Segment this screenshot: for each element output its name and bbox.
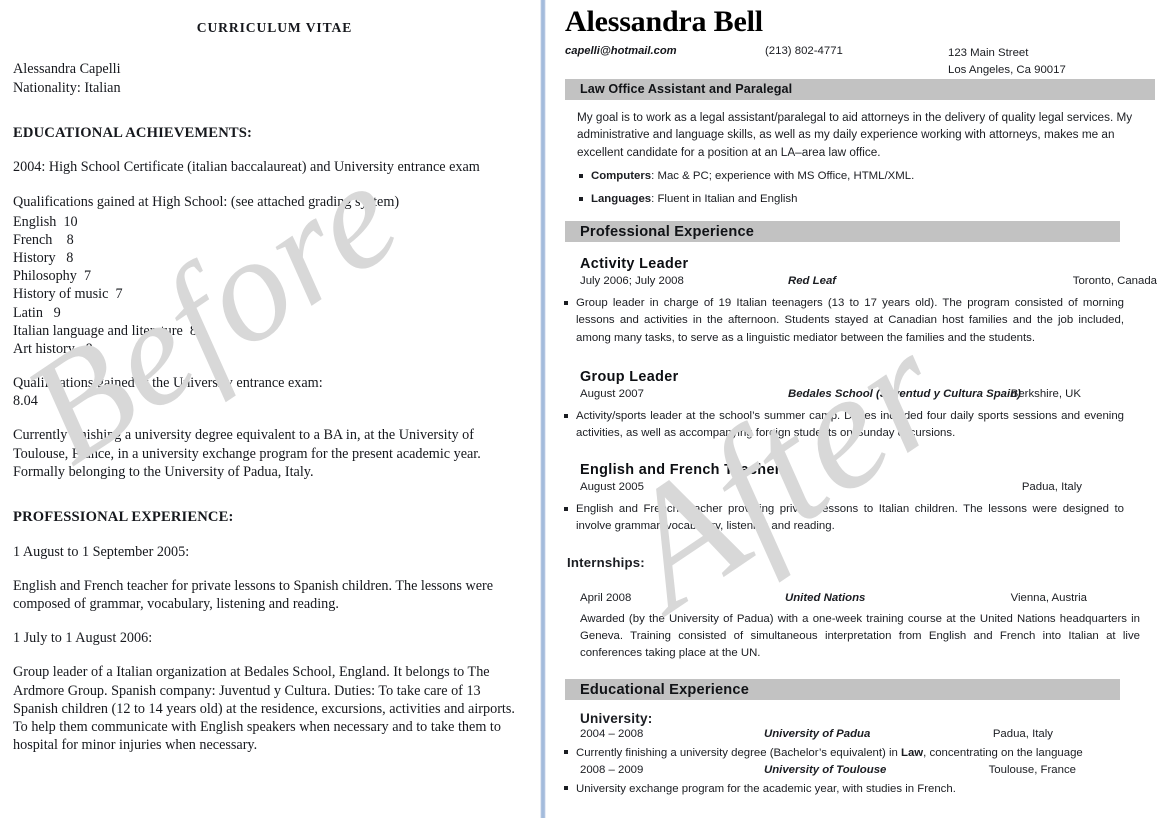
grade-item: English 10 — [13, 213, 78, 230]
headline-bar: Law Office Assistant and Paralegal — [565, 78, 1155, 100]
grade-item: History 8 — [13, 250, 74, 267]
education-bullet-bold: Law — [901, 747, 924, 760]
internship-meta: April 2008 United Nations Vienna, Austri… — [580, 592, 1161, 609]
job-title: English and French Teacher — [580, 461, 781, 478]
grade-item: Latin 9 — [13, 304, 61, 321]
skill-item-computers: Computers: Mac & PC; experience with MS … — [577, 168, 1149, 185]
before-current-studies: Currently finishing a university degree … — [13, 427, 481, 480]
education-bullet: University exchange program for the acad… — [562, 781, 1161, 798]
before-job2-date: 1 July to 1 August 2006: — [13, 630, 153, 647]
skill-label: Computers — [591, 170, 652, 183]
internship-organization: United Nations — [785, 592, 866, 605]
before-job1-date: 1 August to 1 September 2005: — [13, 543, 190, 560]
after-address-line1: 123 Main Street — [948, 46, 1029, 59]
after-address: 123 Main Street Los Angeles, Ca 90017 — [948, 45, 1066, 80]
job-meta: August 2007 Bedales School (Juventud y C… — [580, 388, 1161, 404]
after-summary-block: My goal is to work as a legal assistant/… — [577, 109, 1149, 209]
education-bullet-pre: Currently finishing a university degree … — [576, 747, 902, 760]
before-resume-column: CURRICULUM VITAE Alessandra Capelli Nati… — [0, 0, 540, 818]
before-nationality: Nationality: Italian — [13, 79, 121, 96]
after-summary-text: My goal is to work as a legal assistant/… — [577, 110, 1133, 160]
education-bullet: Currently finishing a university degree … — [562, 745, 1161, 762]
cv-title: CURRICULUM VITAE — [196, 20, 353, 35]
skill-item-languages: Languages: Fluent in Italian and English — [577, 191, 1149, 208]
before-grade-list: English 10 French 8 History 8 Philosophy… — [13, 213, 522, 358]
educational-experience-bar: Educational Experience — [565, 679, 1120, 701]
internship-date: April 2008 — [580, 592, 632, 605]
university-heading: University: — [580, 711, 653, 727]
resume-comparison-page: CURRICULUM VITAE Alessandra Capelli Nati… — [0, 0, 1161, 818]
skill-value: : Mac & PC; experience with MS Office, H… — [651, 170, 915, 183]
before-education-line: 2004: High School Certificate (italian b… — [13, 159, 480, 176]
job-location: Padua, Italy — [1021, 480, 1082, 493]
education-bullet-pre: University exchange program for the acad… — [576, 782, 956, 795]
before-candidate-name: Alessandra Capelli — [13, 61, 121, 78]
professional-experience-bar: Professional Experience — [565, 221, 1120, 243]
education-location: Toulouse, France — [988, 763, 1076, 776]
job-entry: Group Leader August 2007 Bedales School … — [564, 368, 1161, 442]
educational-experience-label: Educational Experience — [580, 681, 750, 698]
job-location: Berkshire, UK — [1010, 387, 1081, 400]
job-bullets: English and French teacher providing pri… — [562, 501, 1161, 535]
education-date: 2004 – 2008 — [580, 728, 644, 741]
job-bullet: English and French teacher providing pri… — [562, 501, 1124, 535]
skill-value: : Fluent in Italian and English — [651, 193, 798, 206]
education-meta: 2008 – 2009 University of Toulouse Toulo… — [580, 764, 1161, 781]
after-skills-list: Computers: Mac & PC; experience with MS … — [577, 168, 1149, 208]
after-contact-row: capelli@hotmail.com (213) 802-4771 123 M… — [565, 45, 1161, 79]
after-candidate-name: Alessandra Bell — [565, 5, 763, 38]
job-title: Activity Leader — [580, 256, 689, 273]
before-professional-heading: PROFESSIONAL EXPERIENCE: — [13, 508, 234, 525]
job-bullet: Group leader in charge of 19 Italian tee… — [562, 295, 1124, 346]
before-job2-description: Group leader of a Italian organization a… — [13, 664, 515, 754]
internship-location: Vienna, Austria — [1010, 592, 1087, 605]
education-organization: University of Toulouse — [764, 763, 887, 776]
job-bullets: Group leader in charge of 19 Italian tee… — [562, 295, 1161, 346]
before-entrance-heading: Qualifications gained at the University … — [13, 375, 323, 392]
before-entrance-score: 8.04 — [13, 393, 38, 410]
job-organization: Bedales School (Juventud y Cultura Spain… — [788, 387, 1021, 400]
job-meta: August 2005 Padua, Italy — [580, 481, 1161, 497]
job-date: August 2005 — [580, 480, 644, 493]
job-organization: Red Leaf — [788, 275, 837, 288]
grade-item: Philosophy 7 — [13, 268, 92, 285]
internships-heading: Internships: — [567, 555, 645, 571]
job-entry: Activity Leader July 2006; July 2008 Red… — [564, 256, 1161, 346]
education-organization: University of Padua — [764, 728, 871, 741]
job-bullet: Activity/sports leader at the school’s s… — [562, 408, 1124, 442]
after-email: capelli@hotmail.com — [565, 44, 677, 57]
job-meta: July 2006; July 2008 Red Leaf Toronto, C… — [580, 275, 1161, 291]
column-divider — [540, 0, 546, 818]
internship-entry: April 2008 United Nations Vienna, Austri… — [580, 592, 1161, 662]
job-title: Group Leader — [580, 368, 679, 385]
before-contact-block: Alessandra Capelli Nationality: Italian — [13, 60, 522, 96]
grade-item: History of music 7 — [13, 286, 123, 303]
grade-item: Italian language and literature 8 — [13, 322, 197, 339]
before-education-heading: EDUCATIONAL ACHIEVEMENTS: — [13, 124, 253, 141]
before-job1-description: English and French teacher for private l… — [13, 577, 494, 612]
job-date: August 2007 — [580, 387, 644, 400]
before-qualifications-heading: Qualifications gained at High School: (s… — [13, 193, 400, 210]
after-address-line2: Los Angeles, Ca 90017 — [948, 63, 1066, 76]
job-location: Toronto, Canada — [1072, 275, 1157, 288]
job-date: July 2006; July 2008 — [580, 275, 684, 288]
education-date: 2008 – 2009 — [580, 763, 644, 776]
job-entry: English and French Teacher August 2005 P… — [564, 461, 1161, 535]
professional-experience-label: Professional Experience — [580, 223, 755, 240]
job-bullets: Activity/sports leader at the school’s s… — [562, 408, 1161, 442]
grade-item: Art history 8 — [13, 340, 93, 357]
grade-item: French 8 — [13, 231, 74, 248]
education-bullet-post: , concentrating on the language — [923, 747, 1083, 760]
education-meta: 2004 – 2008 University of Padua Padua, I… — [580, 728, 1161, 745]
before-entrance-block: Qualifications gained at the University … — [13, 374, 522, 410]
internship-description: Awarded (by the University of Padua) wit… — [580, 613, 1140, 660]
skill-label: Languages — [591, 193, 652, 206]
headline-bar-label: Law Office Assistant and Paralegal — [580, 82, 793, 96]
after-phone: (213) 802-4771 — [765, 44, 843, 57]
education-location: Padua, Italy — [992, 728, 1053, 741]
after-resume-column: Alessandra Bell capelli@hotmail.com (213… — [546, 0, 1161, 818]
education-block: University: 2004 – 2008 University of Pa… — [564, 711, 1161, 797]
